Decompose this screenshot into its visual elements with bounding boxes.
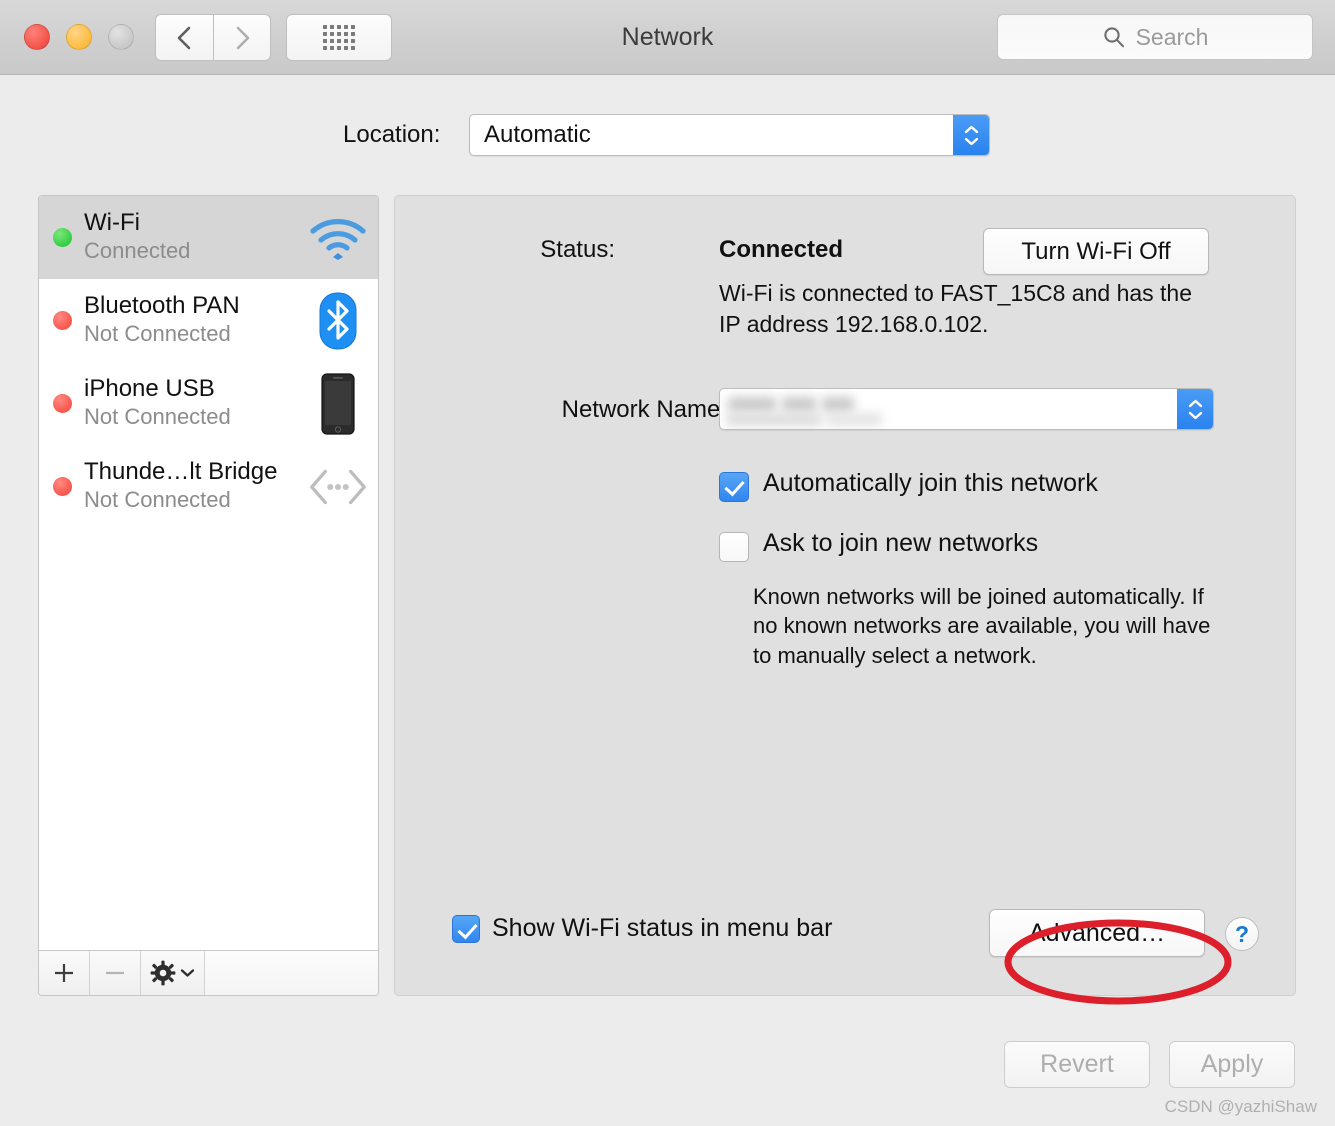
network-name-stepper[interactable] xyxy=(1177,389,1213,429)
help-button[interactable]: ? xyxy=(1225,917,1259,951)
sidebar-toolbar-spacer xyxy=(205,951,378,995)
auto-join-checkbox[interactable] xyxy=(719,472,749,502)
chevron-down-icon xyxy=(180,969,195,977)
revert-button[interactable]: Revert xyxy=(1004,1041,1150,1088)
sidebar-item-bluetooth-pan[interactable]: Bluetooth PAN Not Connected xyxy=(39,279,378,362)
service-name: Thunde…lt Bridge xyxy=(84,458,278,486)
status-dot-red xyxy=(53,394,72,413)
location-popup-button[interactable]: Automatic xyxy=(469,114,990,156)
plus-icon xyxy=(55,964,73,982)
chevron-up-icon xyxy=(1188,399,1202,407)
show-status-menu-bar-label: Show Wi-Fi status in menu bar xyxy=(492,914,833,943)
service-status: Not Connected xyxy=(84,321,231,347)
status-dot-red xyxy=(53,311,72,330)
ask-join-label: Ask to join new networks xyxy=(763,529,1039,557)
network-name-popup[interactable] xyxy=(719,388,1214,430)
service-status: Not Connected xyxy=(84,487,231,513)
show-status-menu-bar-row[interactable]: Show Wi-Fi status in menu bar xyxy=(452,915,832,943)
add-service-button[interactable] xyxy=(39,951,90,995)
ask-join-help-text: Known networks will be joined automatica… xyxy=(753,584,1211,668)
remove-service-button[interactable] xyxy=(90,951,141,995)
location-row: Location: Automatic xyxy=(0,113,1335,157)
show-status-menu-bar-checkbox[interactable] xyxy=(452,915,480,943)
search-field[interactable]: Search xyxy=(997,14,1313,60)
gear-icon xyxy=(150,960,176,986)
apply-button[interactable]: Apply xyxy=(1169,1041,1295,1088)
auto-join-checkbox-row[interactable]: Automatically join this network xyxy=(719,469,1098,502)
status-value: Connected xyxy=(719,236,844,263)
sidebar-item-wi-fi[interactable]: Wi-Fi Connected xyxy=(39,196,378,279)
network-services-list: Wi-Fi Connected Bluetooth PAN Not Connec… xyxy=(39,196,378,950)
status-label: Status: xyxy=(540,236,615,263)
service-status: Connected xyxy=(84,238,191,264)
wifi-settings-panel: Status: Connected Turn Wi-Fi Off Wi-Fi i… xyxy=(394,195,1296,996)
network-services-sidebar: Wi-Fi Connected Bluetooth PAN Not Connec… xyxy=(38,195,379,996)
search-icon xyxy=(1103,27,1124,48)
status-dot-red xyxy=(53,477,72,496)
service-name: Wi-Fi xyxy=(84,209,140,237)
location-value: Automatic xyxy=(484,121,591,148)
status-dot-green xyxy=(53,228,72,247)
chevron-down-icon xyxy=(964,137,978,145)
ask-join-checkbox[interactable] xyxy=(719,532,749,562)
search-placeholder: Search xyxy=(1135,23,1209,50)
thunderbolt-icon xyxy=(304,464,372,510)
watermark: CSDN @yazhiShaw xyxy=(1164,1097,1317,1116)
sidebar-toolbar xyxy=(39,950,378,995)
chevron-up-icon xyxy=(964,125,978,133)
service-status: Not Connected xyxy=(84,404,231,430)
chevron-down-icon xyxy=(1188,411,1202,419)
service-name: iPhone USB xyxy=(84,375,215,403)
sidebar-item-iphone-usb[interactable]: iPhone USB Not Connected xyxy=(39,362,378,445)
turn-wifi-off-button[interactable]: Turn Wi-Fi Off xyxy=(983,228,1209,275)
bluetooth-icon xyxy=(304,292,372,350)
auto-join-label: Automatically join this network xyxy=(763,469,1098,497)
ask-join-checkbox-row[interactable]: Ask to join new networks xyxy=(719,529,1039,562)
iphone-icon xyxy=(304,372,372,435)
advanced-button[interactable]: Advanced… xyxy=(989,909,1205,957)
panel-bottom-row: Show Wi-Fi status in menu bar Advanced… … xyxy=(395,909,1295,957)
location-stepper[interactable] xyxy=(953,115,989,155)
wifi-icon xyxy=(304,215,372,261)
network-name-redacted-value xyxy=(722,391,897,429)
window-titlebar: Network Search xyxy=(0,0,1335,75)
service-actions-button[interactable] xyxy=(141,951,205,995)
network-name-label: Network Name: xyxy=(561,396,727,423)
sidebar-item-thunderbolt-bridge[interactable]: Thunde…lt Bridge Not Connected xyxy=(39,445,378,528)
minus-icon xyxy=(106,971,124,975)
location-label: Location: xyxy=(343,121,441,148)
service-name: Bluetooth PAN xyxy=(84,292,240,320)
status-description: Wi-Fi is connected to FAST_15C8 and has … xyxy=(719,280,1193,337)
